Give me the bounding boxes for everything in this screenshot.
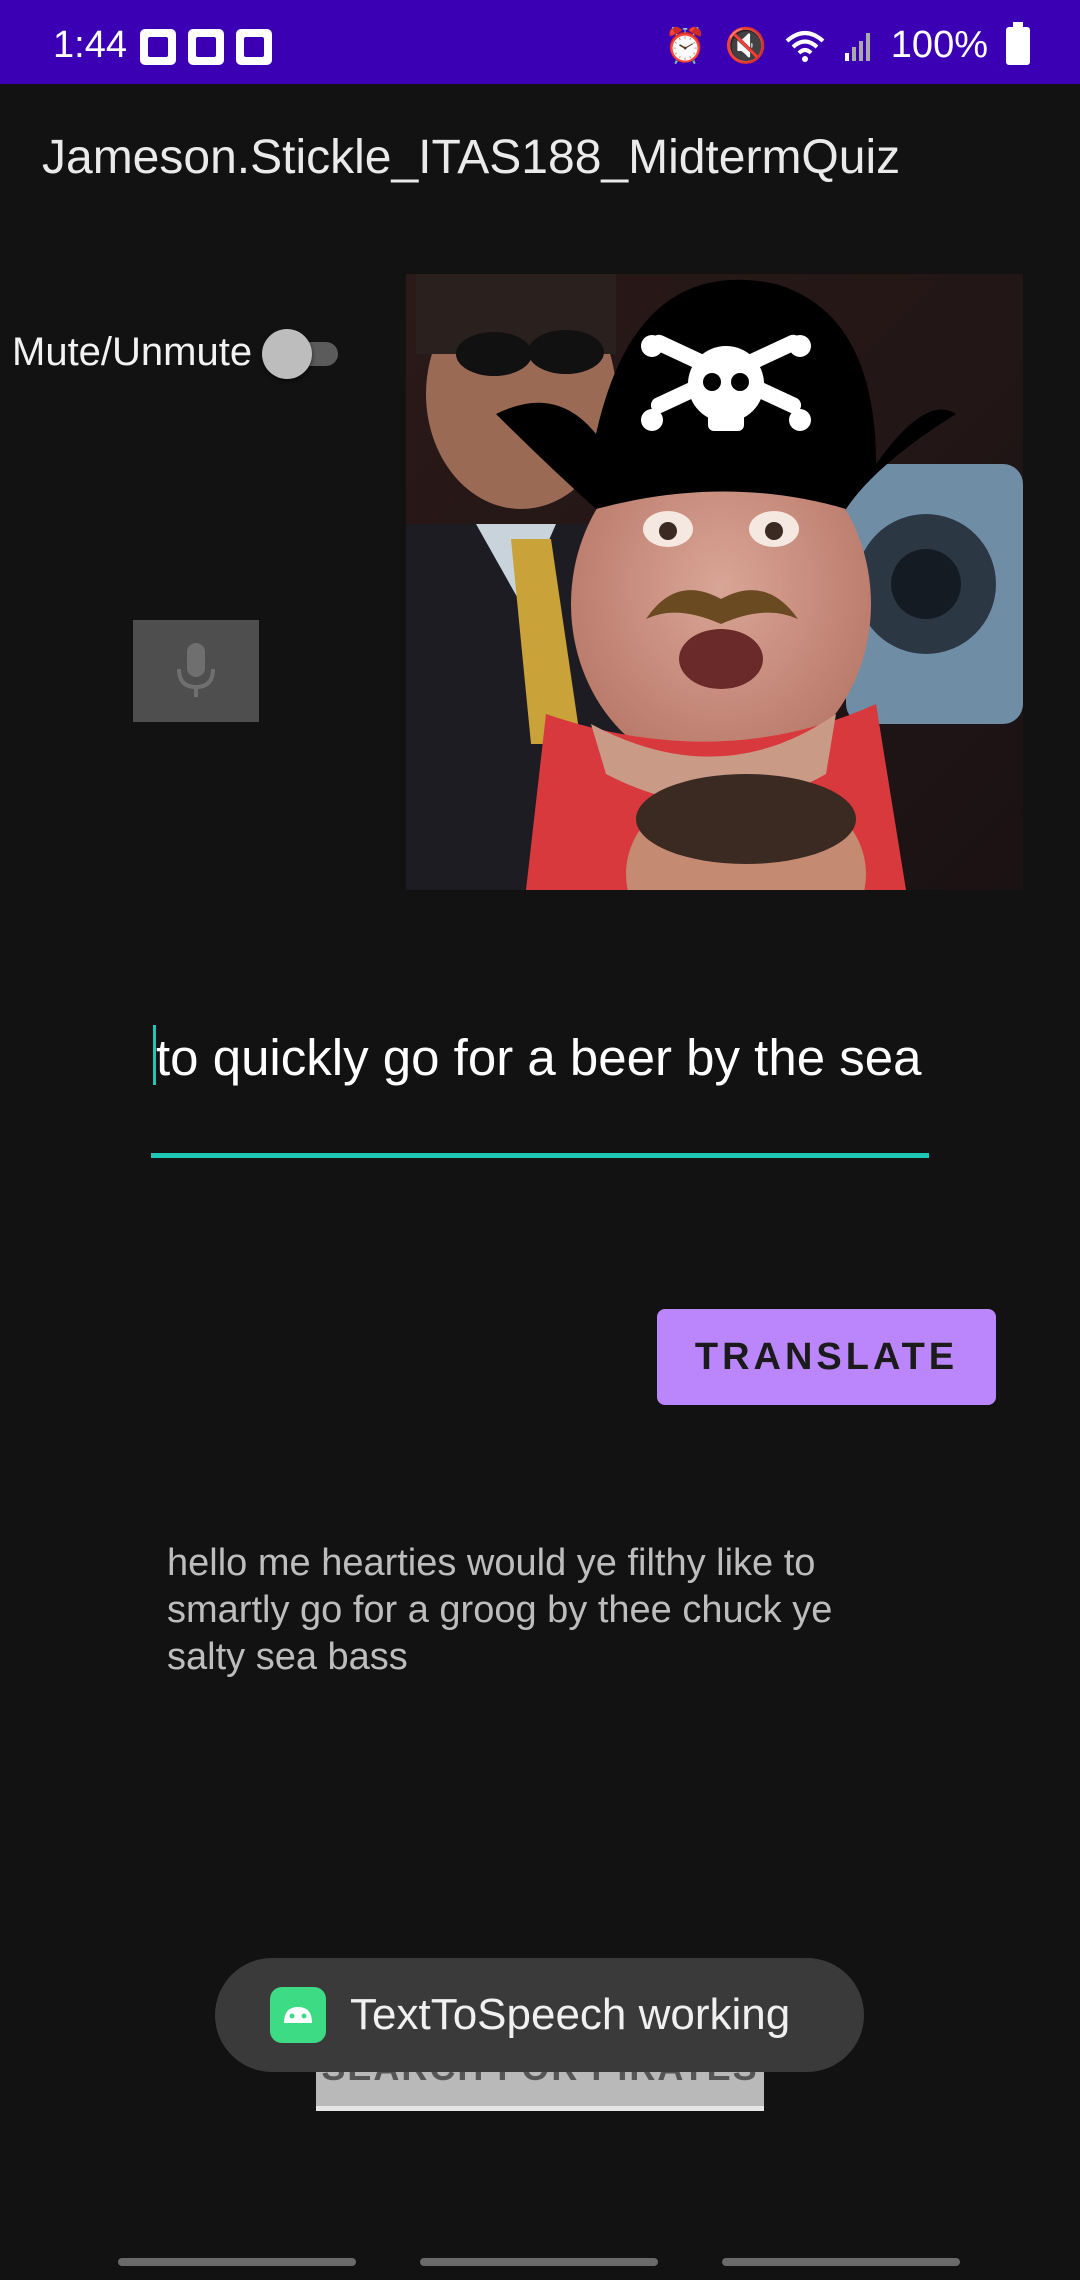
notification-icons xyxy=(140,29,272,65)
speech-input-button[interactable] xyxy=(133,620,259,722)
translation-output: hello me hearties would ye filthy like t… xyxy=(167,1542,833,1678)
nav-handle-center[interactable] xyxy=(420,2258,658,2266)
microphone-icon xyxy=(177,643,215,697)
system-icons: ⏰ 🔇 100% xyxy=(664,21,1030,67)
trophy-icon xyxy=(236,29,272,65)
alarm-icon: ⏰ xyxy=(664,26,707,65)
phrase-input-value: to quickly go for a beer by the sea xyxy=(156,1029,922,1086)
battery-icon xyxy=(1006,21,1030,65)
page-title: Jameson.Stickle_ITAS188_MidtermQuiz xyxy=(42,131,901,184)
phrase-input[interactable]: to quickly go for a beer by the sea xyxy=(151,1025,929,1159)
app-screen: 1:44 ⏰ 🔇 100% Jameson.Stickle_ITAS188_Mi… xyxy=(0,0,1080,2280)
wifi-icon xyxy=(785,30,825,62)
android-icon xyxy=(270,1987,326,2043)
nav-handle-left[interactable] xyxy=(118,2258,356,2266)
battery-percent: 100% xyxy=(890,24,988,66)
mute-icon: 🔇 xyxy=(724,26,767,65)
switch-thumb xyxy=(262,329,313,379)
mute-label: Mute/Unmute xyxy=(12,329,253,374)
trophy-icon xyxy=(140,29,176,65)
status-time: 1:44 xyxy=(53,24,127,66)
pirate-face-image xyxy=(406,274,1023,890)
toast-message: TextToSpeech working xyxy=(215,1958,864,2072)
translate-button[interactable]: TRANSLATE xyxy=(657,1309,996,1405)
mute-toggle-row[interactable]: Mute/Unmute xyxy=(12,325,344,379)
nav-handle-right[interactable] xyxy=(722,2258,960,2266)
status-bar: 1:44 ⏰ 🔇 100% xyxy=(0,0,1080,84)
input-underline xyxy=(151,1153,929,1158)
phrase-text-field[interactable]: to quickly go for a beer by the sea xyxy=(151,1025,929,1105)
calendar-icon xyxy=(188,29,224,65)
gesture-nav-bar xyxy=(0,2244,1080,2280)
mute-switch[interactable] xyxy=(262,325,344,379)
signal-icon xyxy=(844,32,870,61)
pirate-photo xyxy=(406,274,1023,890)
toast-text: TextToSpeech working xyxy=(350,1990,791,2039)
